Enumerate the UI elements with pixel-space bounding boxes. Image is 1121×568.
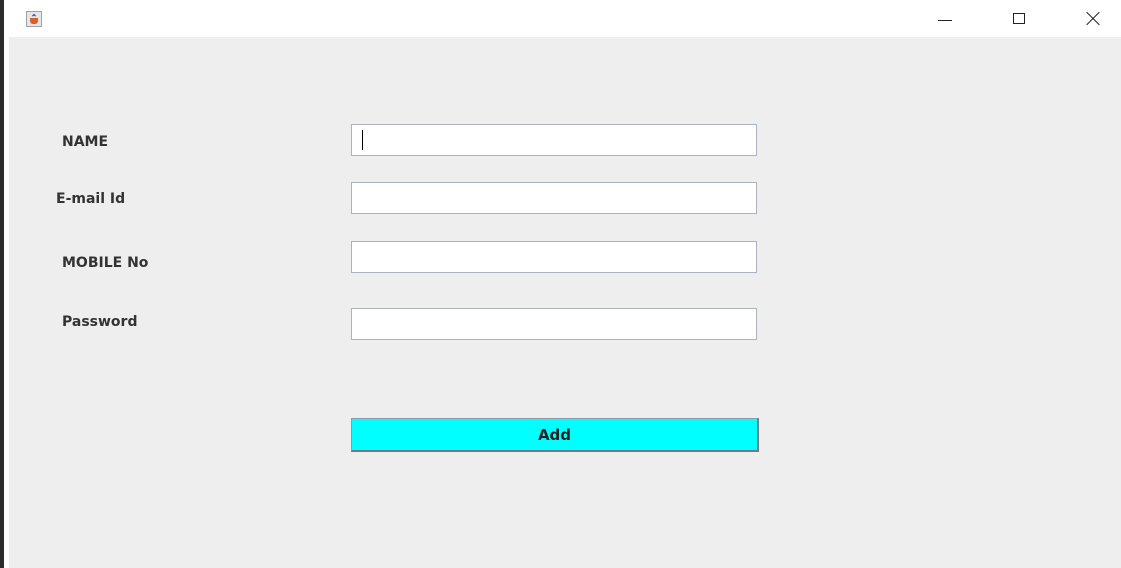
- title-bar: [4, 0, 1121, 37]
- java-cup-icon: [26, 11, 42, 27]
- text-caret: [362, 130, 363, 150]
- maximize-button[interactable]: [996, 0, 1042, 37]
- minimize-button[interactable]: [922, 0, 968, 37]
- password-field[interactable]: [351, 308, 757, 340]
- name-label: NAME: [62, 134, 109, 150]
- form-panel: NAME E-mail Id MOBILE No Password Add: [9, 37, 1121, 568]
- window-left-border: [0, 0, 4, 568]
- add-button[interactable]: Add: [351, 418, 759, 452]
- close-button[interactable]: [1070, 0, 1116, 37]
- minimize-icon: [938, 20, 952, 21]
- email-label: E-mail Id: [56, 191, 126, 207]
- close-icon: [1086, 12, 1100, 26]
- mobile-field[interactable]: [351, 241, 757, 273]
- email-field[interactable]: [351, 182, 757, 214]
- mobile-label: MOBILE No: [62, 255, 149, 271]
- password-label: Password: [62, 314, 138, 330]
- window-title: [424, 0, 744, 8]
- maximize-icon: [1013, 13, 1025, 24]
- name-field[interactable]: [351, 124, 757, 156]
